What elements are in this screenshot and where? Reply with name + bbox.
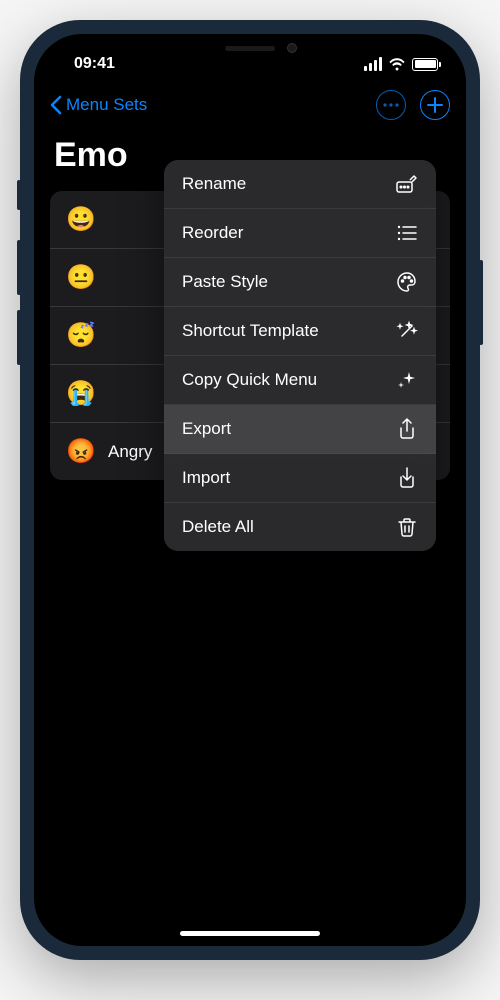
battery-icon — [412, 58, 438, 71]
rename-icon — [396, 173, 418, 195]
back-button[interactable]: Menu Sets — [50, 95, 147, 115]
menu-item-paste-style[interactable]: Paste Style — [164, 258, 436, 307]
volume-up-button — [17, 240, 21, 295]
menu-item-shortcut-template[interactable]: Shortcut Template — [164, 307, 436, 356]
context-menu: Rename Reorder — [164, 160, 436, 551]
menu-item-reorder[interactable]: Reorder — [164, 209, 436, 258]
wifi-icon — [388, 58, 406, 71]
menu-item-copy-quick-menu[interactable]: Copy Quick Menu — [164, 356, 436, 405]
trash-icon — [396, 516, 418, 538]
navigation-bar: Menu Sets — [34, 82, 466, 128]
menu-item-label: Delete All — [182, 517, 254, 537]
add-button[interactable] — [420, 90, 450, 120]
front-camera — [287, 43, 297, 53]
menu-item-label: Paste Style — [182, 272, 268, 292]
plus-icon — [427, 97, 443, 113]
sparkle-icon — [396, 369, 418, 391]
import-icon — [396, 467, 418, 489]
status-time: 09:41 — [62, 55, 115, 73]
more-options-button[interactable] — [376, 90, 406, 120]
notch — [175, 34, 325, 62]
emoji-icon: 😭 — [66, 379, 94, 408]
palette-icon — [396, 271, 418, 293]
menu-item-label: Reorder — [182, 223, 243, 243]
emoji-icon: 😀 — [66, 205, 94, 234]
home-indicator[interactable] — [180, 931, 320, 936]
reorder-icon — [396, 222, 418, 244]
menu-item-export[interactable]: Export — [164, 405, 436, 454]
power-button — [479, 260, 483, 345]
menu-item-label: Rename — [182, 174, 246, 194]
export-icon — [396, 418, 418, 440]
silent-switch — [17, 180, 21, 210]
speaker — [225, 46, 275, 51]
back-label: Menu Sets — [66, 95, 147, 115]
ellipsis-icon — [383, 103, 399, 107]
screen: 09:41 Menu Sets — [34, 34, 466, 946]
emoji-icon: 😡 — [66, 437, 94, 466]
menu-item-label: Import — [182, 468, 230, 488]
cellular-signal-icon — [364, 57, 382, 71]
emoji-icon: 😴 — [66, 321, 94, 350]
menu-item-label: Shortcut Template — [182, 321, 319, 341]
wand-icon — [396, 320, 418, 342]
phone-frame: 09:41 Menu Sets — [20, 20, 480, 960]
menu-item-import[interactable]: Import — [164, 454, 436, 503]
menu-item-label: Export — [182, 419, 231, 439]
status-indicators — [364, 57, 438, 71]
menu-item-delete-all[interactable]: Delete All — [164, 503, 436, 551]
emoji-icon: 😐 — [66, 263, 94, 292]
menu-item-label: Copy Quick Menu — [182, 370, 317, 390]
nav-right-buttons — [376, 90, 450, 120]
menu-item-rename[interactable]: Rename — [164, 160, 436, 209]
volume-down-button — [17, 310, 21, 365]
chevron-left-icon — [50, 95, 62, 115]
